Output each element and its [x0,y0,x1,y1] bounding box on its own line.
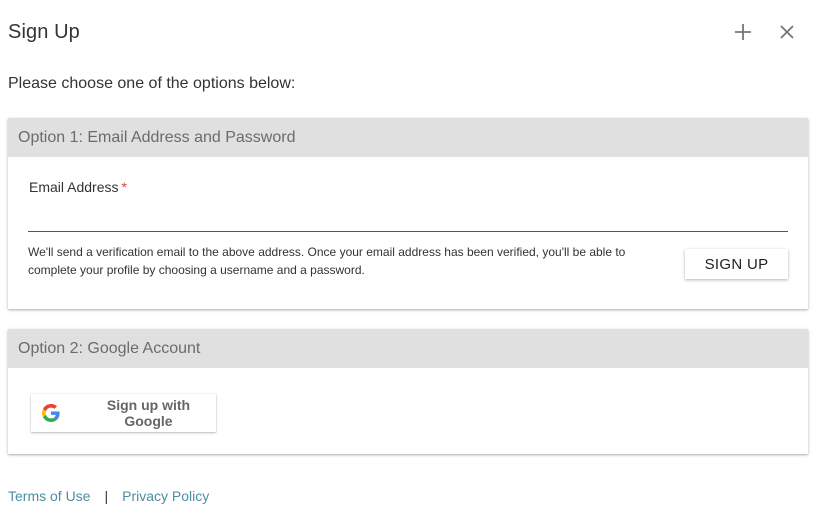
email-help-text: We'll send a verification email to the a… [28,245,626,277]
google-signup-label: Sign up with Google [106,397,191,429]
google-signup-button[interactable]: Sign up with Google [31,394,216,432]
terms-of-use-link[interactable]: Terms of Use [8,488,90,504]
email-label: Email Address * [29,179,127,195]
privacy-policy-link[interactable]: Privacy Policy [122,488,209,504]
option-google-card: Option 2: Google Account Sign up with Go… [8,329,808,454]
option-email-header: Option 1: Email Address and Password [8,118,808,157]
close-icon [780,25,794,39]
required-marker: * [121,179,127,195]
dialog-title: Sign Up [8,20,80,43]
header-actions [732,21,798,43]
sign-up-button[interactable]: SIGN UP [685,249,788,279]
close-button[interactable] [776,21,798,43]
signup-dialog: Sign Up Please choose one of the options… [0,0,816,518]
footer-separator: | [104,488,109,504]
dialog-header: Sign Up [8,18,798,46]
google-g-icon [42,404,60,422]
footer-links: Terms of Use | Privacy Policy [8,488,209,504]
intro-text: Please choose one of the options below: [8,75,296,92]
email-label-text: Email Address [29,179,119,195]
option-google-header: Option 2: Google Account [8,329,808,368]
add-button[interactable] [732,21,754,43]
option-email-card: Option 1: Email Address and Password Ema… [8,118,808,309]
email-field[interactable] [28,206,788,232]
plus-icon [735,24,751,40]
